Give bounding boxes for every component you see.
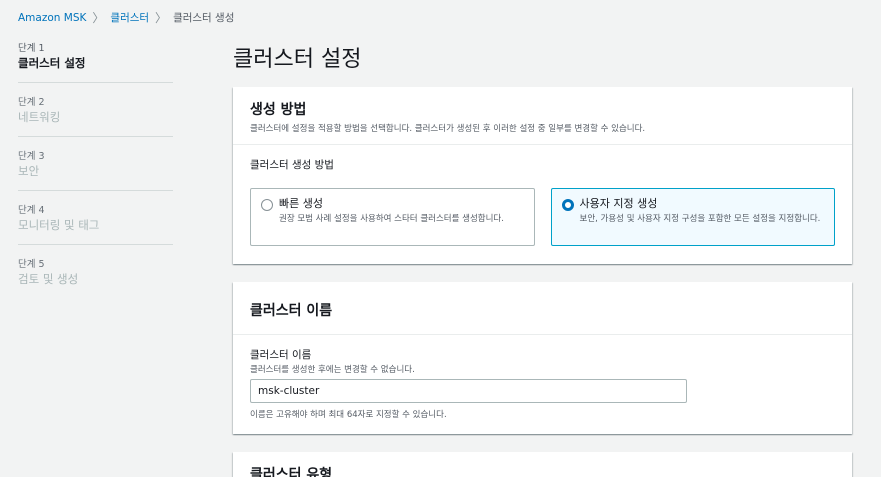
chevron-right-icon: 〉 <box>155 11 168 25</box>
step-title: 클러스터 설정 <box>18 56 86 70</box>
custom-create-description: 보안, 가용성 및 사용자 지정 구성을 포함한 모든 설정을 지정합니다. <box>579 214 821 224</box>
step-title: 네트워킹 <box>18 110 61 124</box>
cluster-name-input[interactable] <box>250 379 687 403</box>
cluster-name-constraint: 이름은 고유해야 하며 최대 64자로 지정할 수 있습니다. <box>250 410 447 420</box>
creation-method-body: 클러스터 생성 방법 빠른 생성 권장 모범 사례 설정을 사용하여 스타터 클… <box>233 145 852 260</box>
cluster-name-body: 클러스터 이름 클러스터를 생성한 후에는 변경할 수 없습니다. 이름은 고유… <box>233 335 852 434</box>
step-number: 단계 2 <box>18 97 45 108</box>
breadcrumb: Amazon MSK 〉 클러스터 〉 클러스터 생성 <box>18 9 234 26</box>
breadcrumb-amazon-msk-link[interactable]: Amazon MSK <box>18 12 86 24</box>
cluster-type-header: 클러스터 유형 <box>233 452 852 477</box>
creation-method-tiles: 빠른 생성 권장 모범 사례 설정을 사용하여 스타터 클러스터를 생성합니다.… <box>250 188 835 246</box>
step-title: 보안 <box>18 164 40 178</box>
cluster-name-hint: 클러스터를 생성한 후에는 변경할 수 없습니다. <box>250 365 415 375</box>
custom-create-title: 사용자 지정 생성 <box>579 197 658 210</box>
wizard-step-3: 단계 3 보안 <box>18 150 173 191</box>
step-number: 단계 1 <box>18 43 45 54</box>
creation-method-description: 클러스터에 설정을 적용할 방법을 선택합니다. 클러스터가 생성된 후 이러한… <box>250 124 646 134</box>
page-title: 클러스터 설정 <box>233 47 362 72</box>
creation-method-panel: 생성 방법 클러스터에 설정을 적용할 방법을 선택합니다. 클러스터가 생성된… <box>233 87 852 264</box>
creation-method-title: 생성 방법 <box>250 102 307 118</box>
breadcrumb-current: 클러스터 생성 <box>173 12 235 24</box>
step-title: 검토 및 생성 <box>18 272 79 286</box>
step-title: 모니터링 및 태그 <box>18 218 100 232</box>
creation-method-field-label: 클러스터 생성 방법 <box>250 159 334 171</box>
cluster-name-field-label: 클러스터 이름 <box>250 349 312 361</box>
wizard-step-1: 단계 1 클러스터 설정 <box>18 42 173 83</box>
cluster-name-header: 클러스터 이름 <box>233 282 852 335</box>
wizard-step-5: 단계 5 검토 및 생성 <box>18 258 173 298</box>
cluster-type-panel: 클러스터 유형 <box>233 452 852 477</box>
cluster-name-panel: 클러스터 이름 클러스터 이름 클러스터를 생성한 후에는 변경할 수 없습니다… <box>233 282 852 434</box>
wizard-step-2: 단계 2 네트워킹 <box>18 96 173 137</box>
quick-create-description: 권장 모범 사례 설정을 사용하여 스타터 클러스터를 생성합니다. <box>279 214 504 224</box>
quick-create-radio[interactable] <box>261 199 273 211</box>
quick-create-title: 빠른 생성 <box>279 197 323 210</box>
wizard-step-4: 단계 4 모니터링 및 태그 <box>18 204 173 245</box>
breadcrumb-clusters-link[interactable]: 클러스터 <box>110 10 149 25</box>
step-number: 단계 5 <box>18 259 45 270</box>
step-number: 단계 4 <box>18 205 45 216</box>
wizard-steps-nav: 단계 1 클러스터 설정 단계 2 네트워킹 단계 3 보안 단계 4 모니터링… <box>18 42 173 311</box>
custom-create-radio[interactable] <box>561 199 574 211</box>
custom-create-tile[interactable]: 사용자 지정 생성 보안, 가용성 및 사용자 지정 구성을 포함한 모든 설정… <box>550 188 835 246</box>
chevron-right-icon: 〉 <box>92 11 105 25</box>
quick-create-tile[interactable]: 빠른 생성 권장 모범 사례 설정을 사용하여 스타터 클러스터를 생성합니다. <box>250 188 535 246</box>
cluster-name-title: 클러스터 이름 <box>250 303 333 319</box>
cluster-type-title: 클러스터 유형 <box>250 467 333 477</box>
step-number: 단계 3 <box>18 151 45 162</box>
creation-method-header: 생성 방법 클러스터에 설정을 적용할 방법을 선택합니다. 클러스터가 생성된… <box>233 87 852 145</box>
